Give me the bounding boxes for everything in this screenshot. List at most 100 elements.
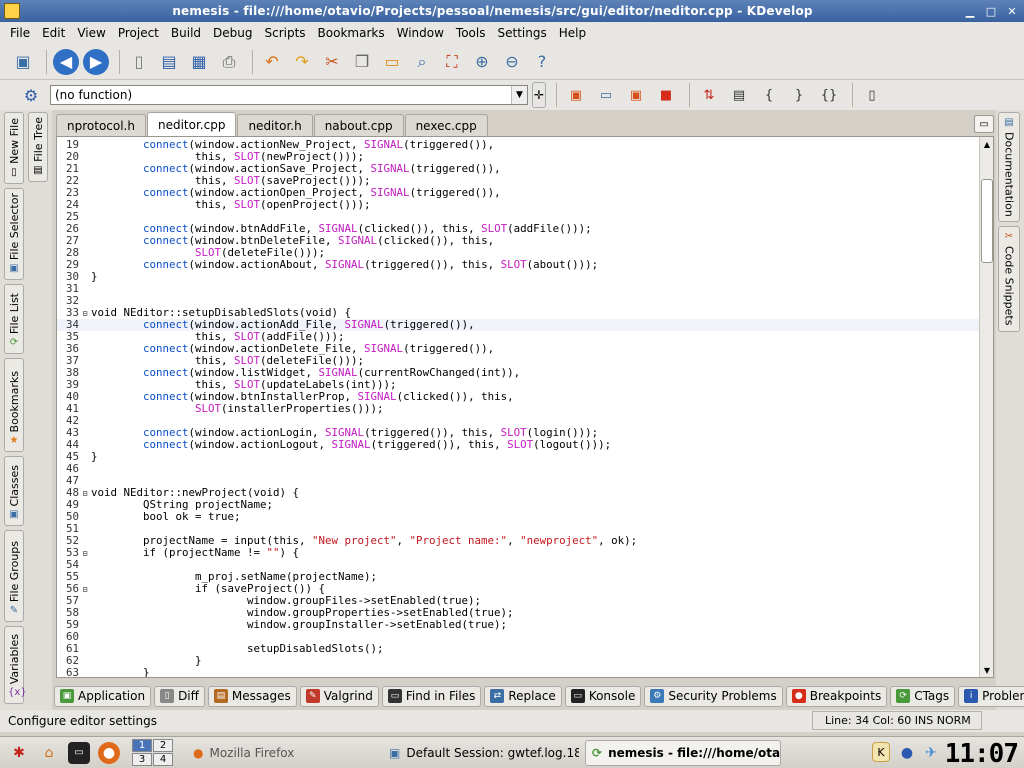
project-icon[interactable]: ▣ [10, 49, 36, 75]
close-icon[interactable]: ✕ [1003, 3, 1021, 19]
task-firefox[interactable]: ● Mozilla Firefox [187, 740, 377, 766]
tool-tab-breakpoints[interactable]: ● Breakpoints [785, 685, 888, 707]
function-combo[interactable]: (no function) ▼ [50, 85, 528, 105]
code-area[interactable]: 19 connect(window.actionNew_Project, SIG… [57, 139, 979, 678]
split-handle-icon[interactable]: ✛ [532, 82, 546, 108]
firefox-icon[interactable]: ● [98, 741, 120, 764]
braces-open-icon[interactable]: { [756, 82, 782, 108]
menu-window[interactable]: Window [391, 26, 450, 40]
code-line[interactable]: 44 connect(window.actionLogout, SIGNAL(t… [57, 439, 979, 451]
code-line[interactable]: 53 ⊟ if (projectName != "") { [57, 547, 979, 559]
close-tab-icon[interactable]: ▭ [974, 115, 994, 133]
code-line[interactable]: 50 bool ok = true; [57, 511, 979, 523]
code-line[interactable]: 63 } [57, 667, 979, 678]
document-icon[interactable]: ▯ [859, 82, 885, 108]
vertical-scrollbar[interactable]: ▲ ▼ [979, 137, 993, 677]
tool-tab-replace[interactable]: ⇄ Replace [484, 685, 562, 707]
function-navigator-icon[interactable]: ⚙ [18, 82, 44, 108]
scroll-down-icon[interactable]: ▼ [980, 663, 993, 677]
menu-project[interactable]: Project [112, 26, 165, 40]
menu-help[interactable]: Help [553, 26, 592, 40]
code-line[interactable]: 41 SLOT(installerProperties())); [57, 403, 979, 415]
code-line[interactable]: 45} [57, 451, 979, 463]
tab-file-list[interactable]: File List ⟳ [4, 284, 24, 354]
view-icon-2[interactable]: ▭ [593, 82, 619, 108]
redo-icon[interactable]: ↷ [289, 49, 315, 75]
find-icon[interactable]: ⌕ [409, 49, 435, 75]
code-editor[interactable]: 19 connect(window.actionNew_Project, SIG… [56, 136, 994, 678]
maximize-icon[interactable]: □ [982, 3, 1000, 19]
menu-debug[interactable]: Debug [207, 26, 258, 40]
code-line[interactable]: 30} [57, 271, 979, 283]
tool-tab-valgrind[interactable]: ✎ Valgrind [299, 685, 379, 707]
terminal-icon[interactable]: ▭ [68, 741, 90, 764]
tab-file-selector[interactable]: File Selector ▣ [4, 188, 24, 280]
tab-nexec-cpp[interactable]: nexec.cpp [404, 114, 488, 136]
code-line[interactable]: 46 [57, 463, 979, 475]
menu-build[interactable]: Build [165, 26, 207, 40]
tab-code-snippets[interactable]: ✂ Code Snippets [998, 226, 1020, 332]
print-icon[interactable]: ⎙ [216, 49, 242, 75]
desktop-2[interactable]: 2 [153, 739, 173, 752]
tab-neditor-cpp[interactable]: neditor.cpp [146, 112, 237, 136]
desktop-4[interactable]: 4 [153, 753, 173, 766]
view-icon-3[interactable]: ▣ [623, 82, 649, 108]
menu-edit[interactable]: Edit [36, 26, 71, 40]
tab-file-groups[interactable]: File Groups ✎ [4, 530, 24, 622]
copy-icon[interactable]: ❐ [349, 49, 375, 75]
back-icon[interactable]: ◀ [53, 48, 79, 75]
desktop-1[interactable]: 1 [132, 739, 152, 752]
fullscreen-icon[interactable]: ⛶ [439, 49, 465, 75]
save-icon[interactable]: ▤ [156, 49, 182, 75]
list-icon[interactable]: ▤ [726, 82, 752, 108]
tool-tab-security-problems[interactable]: ⚙ Security Problems [644, 685, 783, 707]
tool-tab-konsole[interactable]: ▭ Konsole [564, 685, 642, 707]
tab-variables[interactable]: Variables {x} [4, 626, 27, 704]
tab-classes[interactable]: Classes ▣ [4, 456, 24, 526]
scrollbar-thumb[interactable] [981, 179, 993, 263]
braces-icon[interactable]: {} [816, 82, 842, 108]
task-konsole[interactable]: ▣ Default Session: gwtef.log.18 [383, 740, 579, 766]
tab-nabout-cpp[interactable]: nabout.cpp [313, 114, 404, 136]
bluetooth-icon[interactable]: ✈ [920, 742, 942, 764]
klipper-icon[interactable]: K [872, 742, 890, 762]
cut-icon[interactable]: ✂ [319, 49, 345, 75]
scroll-up-icon[interactable]: ▲ [980, 137, 993, 151]
view-icon-1[interactable]: ▣ [563, 82, 589, 108]
whats-this-icon[interactable]: ? [529, 49, 555, 75]
task-kdevelop[interactable]: ⟳ nemesis - file:///home/otavio [585, 739, 781, 766]
tool-tab-ctags[interactable]: ⟳ CTags [890, 685, 956, 707]
code-line[interactable]: 29 connect(window.actionAbout, SIGNAL(tr… [57, 259, 979, 271]
braces-close-icon[interactable]: } [786, 82, 812, 108]
menu-view[interactable]: View [71, 26, 111, 40]
app-menu-icon[interactable] [4, 3, 20, 19]
menu-tools[interactable]: Tools [450, 26, 492, 40]
chevron-down-icon[interactable]: ▼ [511, 86, 527, 104]
code-line[interactable]: 24 this, SLOT(openProject())); [57, 199, 979, 211]
tool-tab-problems[interactable]: iProblems [958, 685, 1024, 707]
tab-nprotocol-h[interactable]: nprotocol.h [56, 114, 146, 136]
save-all-icon[interactable]: ▦ [186, 49, 212, 75]
kde-menu-icon[interactable]: ✱ [8, 742, 30, 764]
tab-bookmarks[interactable]: Bookmarks ★ [4, 358, 24, 452]
code-line[interactable]: 59 window.groupInstaller->setEnabled(tru… [57, 619, 979, 631]
tool-tab-application[interactable]: ▣ Application [54, 685, 152, 707]
tool-tab-messages[interactable]: ▤ Messages [207, 685, 297, 707]
menu-file[interactable]: File [4, 26, 36, 40]
desktop-pager[interactable]: 1 2 3 4 [132, 739, 173, 766]
home-icon[interactable]: ⌂ [38, 742, 60, 764]
desktop-3[interactable]: 3 [132, 753, 152, 766]
minimize-icon[interactable]: ▁ [961, 3, 979, 19]
forward-icon[interactable]: ▶ [83, 48, 109, 75]
new-file-icon[interactable]: ▯ [126, 49, 152, 75]
menu-settings[interactable]: Settings [491, 26, 552, 40]
tool-tab-find-in-files[interactable]: ▭ Find in Files [381, 685, 482, 707]
menu-bookmarks[interactable]: Bookmarks [312, 26, 391, 40]
tab-neditor-h[interactable]: neditor.h [237, 114, 313, 136]
zoom-in-icon[interactable]: ⊕ [469, 49, 495, 75]
stop-icon[interactable]: ■ [653, 82, 679, 108]
undo-icon[interactable]: ↶ [259, 49, 285, 75]
code-line[interactable]: 31 [57, 283, 979, 295]
sort-icon[interactable]: ⇅ [696, 82, 722, 108]
tab-new-file[interactable]: New File ▯ [4, 112, 24, 184]
